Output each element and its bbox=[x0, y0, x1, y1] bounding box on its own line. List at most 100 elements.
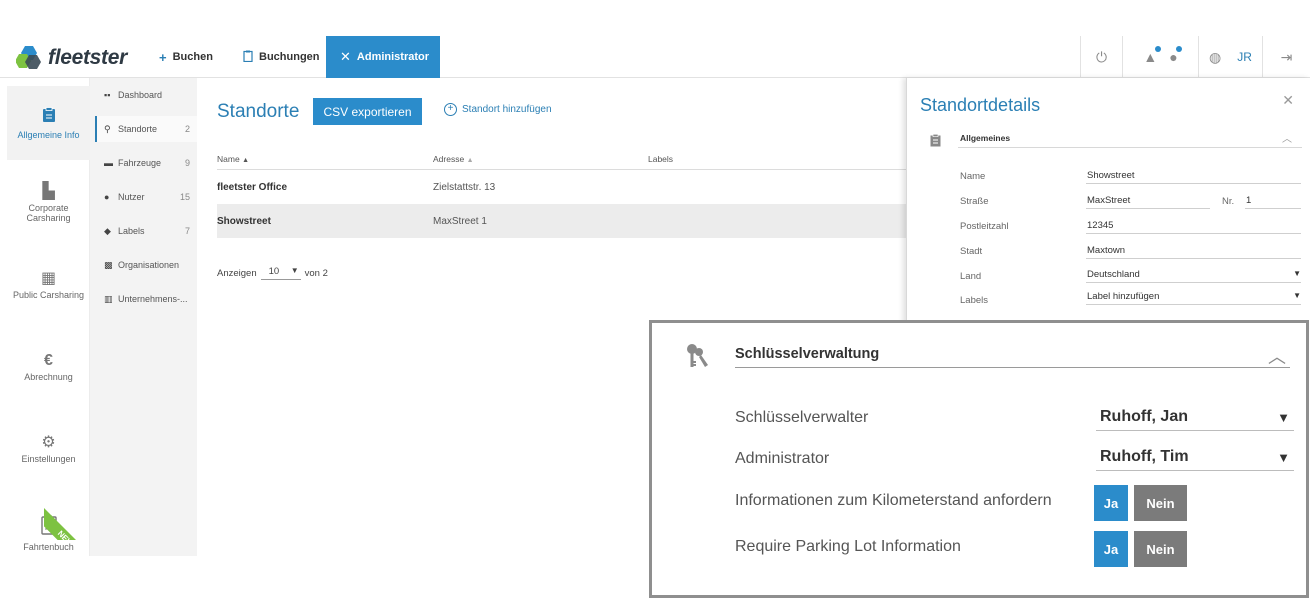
keys-icon bbox=[685, 343, 709, 375]
table-row-selected[interactable]: Showstreet MaxStreet 1 bbox=[217, 204, 908, 238]
nav-buchungen[interactable]: Buchungen bbox=[229, 36, 334, 78]
labels-select[interactable]: Label hinzufügen ▼ bbox=[1086, 288, 1301, 305]
sidebar-item-corporate-carsharing[interactable]: ▙ Corporate Carsharing bbox=[7, 168, 90, 242]
user-initials[interactable]: JR bbox=[1237, 50, 1252, 64]
city-label: Stadt bbox=[960, 246, 983, 257]
parking-no-button[interactable]: Nein bbox=[1134, 531, 1187, 567]
dropdown-arrow-icon: ▼ bbox=[290, 266, 299, 275]
labels-label: Labels bbox=[960, 295, 988, 306]
subnav-item-count: 15 bbox=[179, 192, 190, 202]
top-right-toolbar: ⏻ ▲ ● ◍ JR ⇥ bbox=[1080, 36, 1310, 78]
street-field[interactable]: MaxStreet bbox=[1086, 192, 1210, 209]
pagination: Anzeigen 10 ▼ von 2 bbox=[217, 266, 328, 280]
top-navigation: fleetster + Buchen Buchungen ✕ Administr… bbox=[0, 36, 1310, 78]
row-address: MaxStreet 1 bbox=[433, 216, 487, 227]
page-title: Standorte bbox=[217, 101, 300, 122]
subnav-item-nutzer[interactable]: ● Nutzer 15 bbox=[95, 184, 197, 210]
sitemap-icon: ▩ bbox=[104, 259, 113, 270]
chevron-up-icon[interactable]: ︿ bbox=[1282, 130, 1292, 145]
country-select[interactable]: Deutschland ▼ bbox=[1086, 266, 1301, 283]
new-badge-label: NEW bbox=[44, 508, 90, 540]
csv-export-button[interactable]: CSV exportieren bbox=[313, 98, 422, 125]
map-pin-icon: ⚲ bbox=[104, 123, 111, 134]
row-name: Showstreet bbox=[217, 216, 271, 227]
key-management-title: Schlüsselverwaltung bbox=[735, 346, 880, 362]
subnav-item-label: Fahrzeuge bbox=[118, 158, 162, 168]
close-icon[interactable]: ✕ bbox=[1282, 92, 1294, 109]
sidebar-item-label: Public Carsharing bbox=[12, 290, 85, 300]
subnav-item-count: 9 bbox=[184, 158, 190, 168]
subnav-item-dashboard[interactable]: ▪▪ Dashboard bbox=[95, 82, 197, 108]
page-size-value: 10 bbox=[268, 266, 280, 277]
location-details-panel: Standortdetails ✕ Allgemeines ︿ Name Sho… bbox=[906, 78, 1310, 328]
zip-field[interactable]: 12345 bbox=[1086, 217, 1301, 234]
row-name: fleetster Office bbox=[217, 182, 288, 193]
info-icon[interactable]: ● bbox=[1169, 46, 1182, 65]
house-number-field[interactable]: 1 bbox=[1245, 192, 1301, 209]
key-manager-select[interactable]: Ruhoff, Jan ▼ bbox=[1096, 404, 1294, 431]
subnav-item-standorte[interactable]: ⚲ Standorte 2 bbox=[95, 116, 197, 142]
administrator-value: Ruhoff, Tim bbox=[1100, 448, 1189, 465]
zip-label: Postleitzahl bbox=[960, 221, 1009, 232]
car-icon: ▬ bbox=[104, 158, 113, 168]
parking-yes-button[interactable]: Ja bbox=[1094, 531, 1128, 567]
sidebar-item-abrechnung[interactable]: € Abrechnung bbox=[7, 332, 90, 406]
mileage-yes-button[interactable]: Ja bbox=[1094, 485, 1128, 521]
globe-icon[interactable]: ◍ bbox=[1209, 49, 1221, 66]
section-divider bbox=[958, 147, 1302, 148]
logout-icon[interactable]: ⇥ bbox=[1262, 36, 1310, 78]
building-icon: ▥ bbox=[104, 293, 113, 304]
table-row[interactable]: fleetster Office Zielstattstr. 13 bbox=[217, 170, 908, 204]
brand-name: fleetster bbox=[48, 46, 128, 69]
country-value: Deutschland bbox=[1087, 269, 1140, 280]
parking-info-label: Require Parking Lot Information bbox=[735, 538, 961, 555]
clipboard-icon bbox=[42, 106, 56, 124]
tag-icon: ◆ bbox=[104, 225, 111, 236]
column-header-address[interactable]: Adresse ▲ bbox=[433, 154, 474, 164]
subnav-item-label: Standorte bbox=[118, 124, 158, 134]
add-location-link[interactable]: + Standort hinzufügen bbox=[444, 103, 552, 116]
user-icon: ● bbox=[104, 192, 110, 202]
country-label: Land bbox=[960, 271, 982, 282]
subnav-item-count: 7 bbox=[184, 226, 190, 236]
administrator-select[interactable]: Ruhoff, Tim ▼ bbox=[1096, 444, 1294, 471]
notifications-group: ▲ ● bbox=[1122, 36, 1198, 78]
fleetster-logo-icon bbox=[16, 46, 41, 69]
plus-circle-icon: + bbox=[444, 103, 457, 116]
dropdown-arrow-icon: ▼ bbox=[1277, 450, 1290, 465]
subnav-item-organisationen[interactable]: ▩ Organisationen bbox=[95, 252, 197, 278]
clipboard-icon bbox=[930, 134, 941, 150]
main-sidebar: Allgemeine Info ▙ Corporate Carsharing ▦… bbox=[0, 78, 90, 556]
subnav-item-label: Dashboard bbox=[118, 90, 163, 100]
alert-icon[interactable]: ▲ bbox=[1143, 46, 1162, 65]
sidebar-item-label: Einstellungen bbox=[21, 454, 76, 464]
column-header-labels[interactable]: Labels bbox=[648, 154, 673, 164]
sort-asc-icon: ▲ bbox=[242, 157, 249, 164]
name-field[interactable]: Showstreet bbox=[1086, 167, 1301, 184]
subnav-item-label: Nutzer bbox=[118, 192, 145, 202]
sidebar-item-allgemeine-info[interactable]: Allgemeine Info bbox=[7, 86, 90, 160]
subnav-item-label: Labels bbox=[118, 226, 145, 236]
mileage-no-button[interactable]: Nein bbox=[1134, 485, 1187, 521]
administrator-label: Administrator bbox=[735, 450, 830, 467]
power-icon[interactable]: ⏻ bbox=[1080, 36, 1122, 78]
brand-logo[interactable]: fleetster bbox=[16, 45, 127, 71]
sidebar-item-einstellungen[interactable]: ⚙ Einstellungen bbox=[7, 414, 90, 488]
street-label: Straße bbox=[960, 196, 989, 207]
sidebar-item-public-carsharing[interactable]: ▦ Public Carsharing bbox=[7, 250, 90, 324]
city-field[interactable]: Maxtown bbox=[1086, 242, 1301, 259]
chevron-up-icon[interactable]: ︿ bbox=[1268, 343, 1286, 369]
key-manager-label: Schlüsselverwalter bbox=[735, 409, 869, 426]
column-header-name[interactable]: Name ▲ bbox=[217, 154, 249, 164]
general-section-title: Allgemeines bbox=[960, 133, 1011, 143]
sidebar-item-label: Corporate Carsharing bbox=[26, 203, 71, 223]
page-size-select[interactable]: 10 ▼ bbox=[260, 266, 301, 280]
subnav-item-fahrzeuge[interactable]: ▬ Fahrzeuge 9 bbox=[95, 150, 197, 176]
pager-show-label: Anzeigen bbox=[217, 267, 257, 279]
tools-icon: ✕ bbox=[340, 49, 351, 64]
nav-buchen[interactable]: + Buchen bbox=[145, 36, 227, 78]
nav-administrator[interactable]: ✕ Administrator bbox=[326, 36, 440, 78]
subnav-item-unternehmens[interactable]: ▥ Unternehmens-... bbox=[95, 286, 197, 312]
subnav-item-labels[interactable]: ◆ Labels 7 bbox=[95, 218, 197, 244]
dropdown-arrow-icon: ▼ bbox=[1277, 410, 1290, 425]
